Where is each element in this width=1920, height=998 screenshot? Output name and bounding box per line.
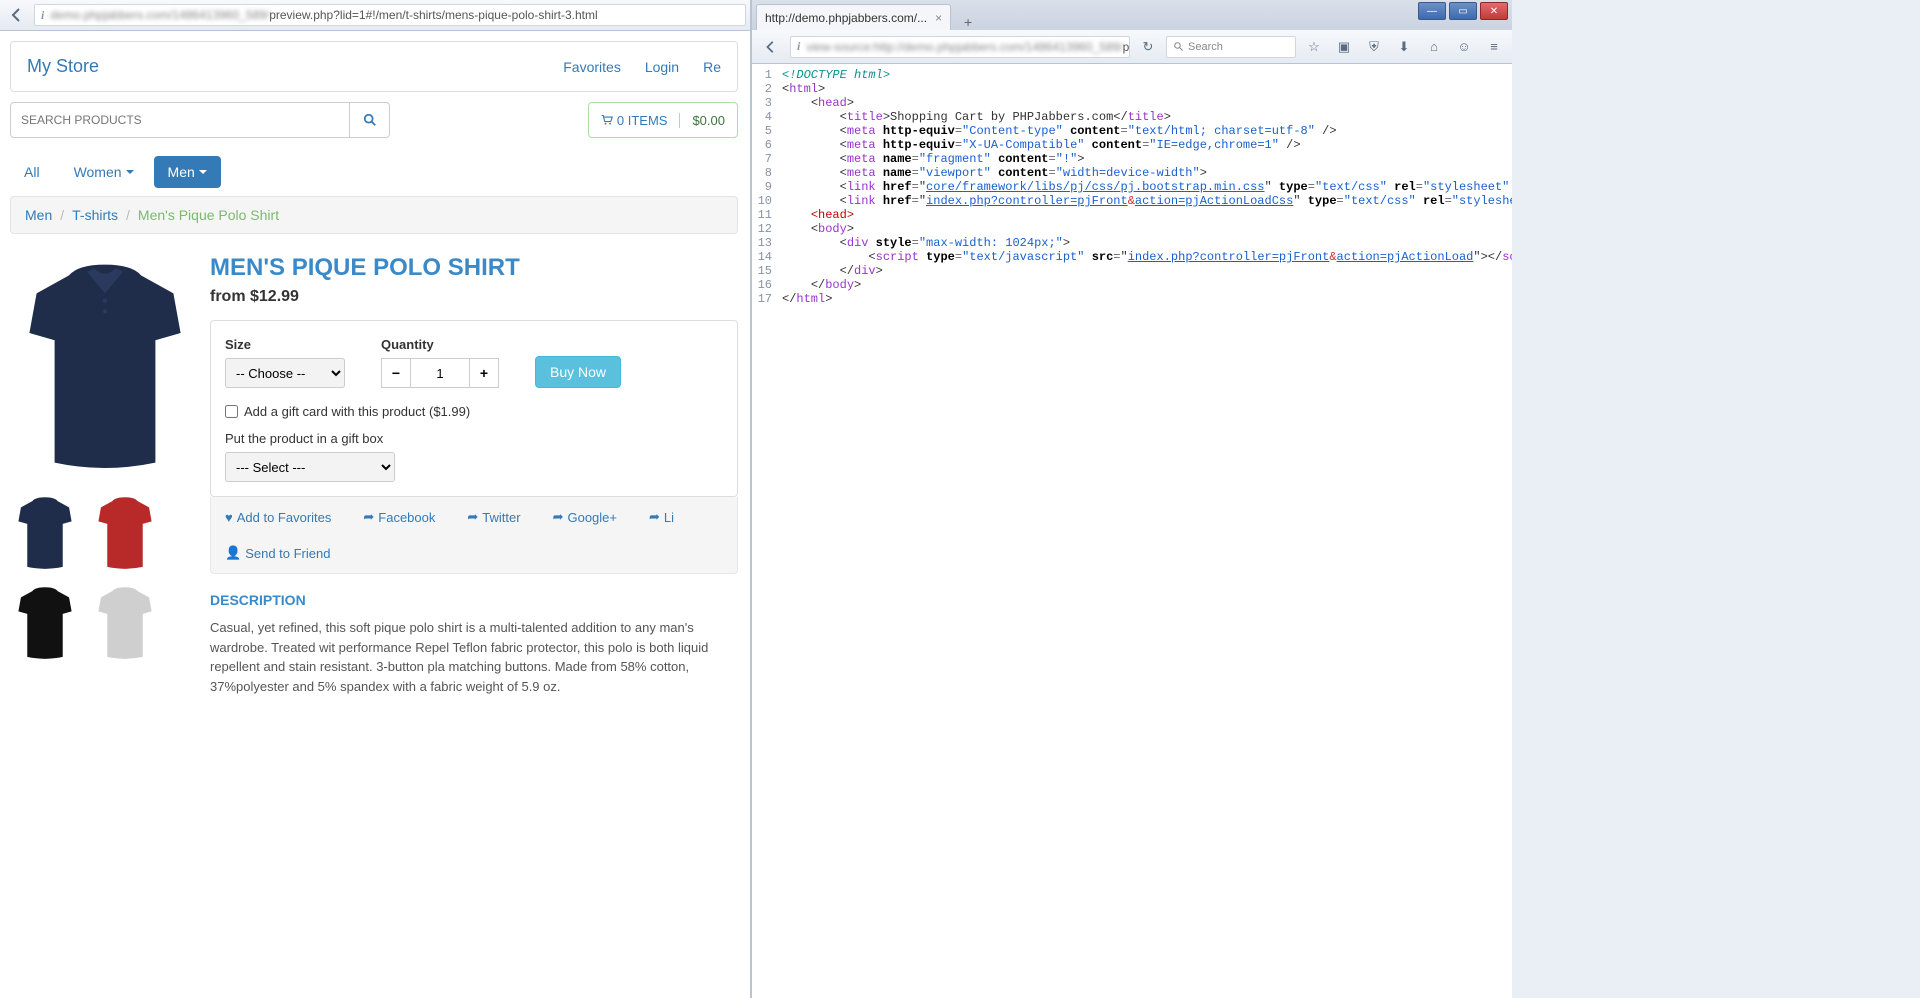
maximize-button[interactable]: ▭ xyxy=(1449,2,1477,20)
right-browser-window: http://demo.phpjabbers.com/... × + i vie… xyxy=(752,0,1512,998)
giftbox-select[interactable]: --- Select --- xyxy=(225,452,395,482)
url-bar[interactable]: i view-source:http://demo.phpjabbers.com… xyxy=(790,36,1130,58)
qty-decrease-button[interactable]: − xyxy=(381,358,411,388)
category-men[interactable]: Men xyxy=(154,156,221,188)
minimize-button[interactable]: — xyxy=(1418,2,1446,20)
category-women[interactable]: Women xyxy=(60,156,148,188)
share-icon: ➦ xyxy=(363,509,374,525)
cart-summary: 0 ITEMS $0.00 xyxy=(588,102,738,138)
browser-search-input[interactable]: Search xyxy=(1166,36,1296,58)
crumb-current: Men's Pique Polo Shirt xyxy=(138,207,279,223)
add-to-favorites[interactable]: ♥ Add to Favorites xyxy=(225,509,331,525)
size-select[interactable]: -- Choose -- xyxy=(225,358,345,388)
browser-tab[interactable]: http://demo.phpjabbers.com/... × xyxy=(756,4,951,30)
shield-icon[interactable]: ⛨ xyxy=(1362,36,1386,58)
share-facebook[interactable]: ➦ Facebook xyxy=(363,509,435,525)
product-thumb-grey[interactable] xyxy=(90,584,160,664)
url-bar[interactable]: i demo.phpjabbers.com/1486413960_589/ pr… xyxy=(34,4,746,26)
left-browser-window: i demo.phpjabbers.com/1486413960_589/ pr… xyxy=(0,0,752,998)
pocket-icon[interactable]: ▣ xyxy=(1332,36,1356,58)
share-icon: ➦ xyxy=(467,509,478,525)
smiley-icon[interactable]: ☺ xyxy=(1452,36,1476,58)
size-label: Size xyxy=(225,337,345,352)
search-button[interactable] xyxy=(350,102,390,138)
send-to-friend[interactable]: 👤 Send to Friend xyxy=(225,545,723,561)
url-visible: preview.php?lid= xyxy=(1123,40,1130,54)
share-icon: ➦ xyxy=(553,509,564,525)
product-title: MEN'S PIQUE POLO SHIRT xyxy=(210,254,738,282)
hamburger-menu-icon[interactable]: ≡ xyxy=(1482,36,1506,58)
category-all[interactable]: All xyxy=(10,156,54,188)
crumb-men[interactable]: Men xyxy=(25,207,52,223)
info-icon: i xyxy=(797,39,800,54)
bookmark-star-icon[interactable]: ☆ xyxy=(1302,36,1326,58)
qty-label: Quantity xyxy=(381,337,499,352)
share-linkedin[interactable]: ➦ Li xyxy=(649,509,674,525)
download-icon[interactable]: ⬇ xyxy=(1392,36,1416,58)
store-brand[interactable]: My Store xyxy=(27,56,99,77)
reload-button[interactable]: ↻ xyxy=(1136,36,1160,58)
description-text: Casual, yet refined, this soft pique pol… xyxy=(210,618,738,696)
description-heading: DESCRIPTION xyxy=(210,592,738,608)
nav-favorites[interactable]: Favorites xyxy=(563,59,621,75)
close-button[interactable]: ✕ xyxy=(1480,2,1508,20)
breadcrumb: Men / T-shirts / Men's Pique Polo Shirt xyxy=(10,196,738,234)
nav-login[interactable]: Login xyxy=(645,59,679,75)
product-main-image[interactable] xyxy=(10,254,200,484)
qty-input[interactable] xyxy=(411,358,469,388)
nav-register[interactable]: Re xyxy=(703,59,721,75)
search-input[interactable] xyxy=(10,102,350,138)
giftbox-label: Put the product in a gift box xyxy=(225,431,723,446)
url-blurred-prefix: demo.phpjabbers.com/1486413960_589/ xyxy=(50,8,269,22)
back-button[interactable] xyxy=(758,36,784,58)
crumb-tshirts[interactable]: T-shirts xyxy=(72,207,118,223)
product-thumb-black[interactable] xyxy=(10,584,80,664)
tab-close-icon[interactable]: × xyxy=(927,11,942,25)
cart-items[interactable]: 0 ITEMS xyxy=(589,113,679,128)
caret-down-icon xyxy=(126,170,134,174)
giftcard-label: Add a gift card with this product ($1.99… xyxy=(244,404,470,419)
url-blurred-prefix: view-source:http://demo.phpjabbers.com/1… xyxy=(806,40,1122,54)
cart-total: $0.00 xyxy=(679,113,737,128)
info-icon: i xyxy=(41,8,44,23)
buy-now-button[interactable]: Buy Now xyxy=(535,356,621,388)
product-thumb-red[interactable] xyxy=(90,494,160,574)
user-icon: 👤 xyxy=(225,545,241,561)
url-visible: preview.php?lid=1#!/men/t-shirts/mens-pi… xyxy=(269,8,597,22)
back-button[interactable] xyxy=(4,4,30,26)
tab-title: http://demo.phpjabbers.com/... xyxy=(765,11,927,25)
new-tab-button[interactable]: + xyxy=(955,14,981,30)
product-price: from $12.99 xyxy=(210,288,738,306)
search-icon xyxy=(1173,41,1184,52)
qty-increase-button[interactable]: + xyxy=(469,358,499,388)
share-googleplus[interactable]: ➦ Google+ xyxy=(553,509,617,525)
caret-down-icon xyxy=(199,170,207,174)
heart-icon: ♥ xyxy=(225,510,233,525)
home-icon[interactable]: ⌂ xyxy=(1422,36,1446,58)
search-icon xyxy=(363,113,377,127)
share-twitter[interactable]: ➦ Twitter xyxy=(467,509,520,525)
giftcard-checkbox[interactable] xyxy=(225,405,238,418)
cart-icon xyxy=(601,114,613,126)
source-view[interactable]: 1<!DOCTYPE html> 2<html> 3 <head> 4 <tit… xyxy=(752,64,1512,998)
share-icon: ➦ xyxy=(649,509,660,525)
product-thumb-navy[interactable] xyxy=(10,494,80,574)
window-controls: — ▭ ✕ xyxy=(1418,2,1508,20)
